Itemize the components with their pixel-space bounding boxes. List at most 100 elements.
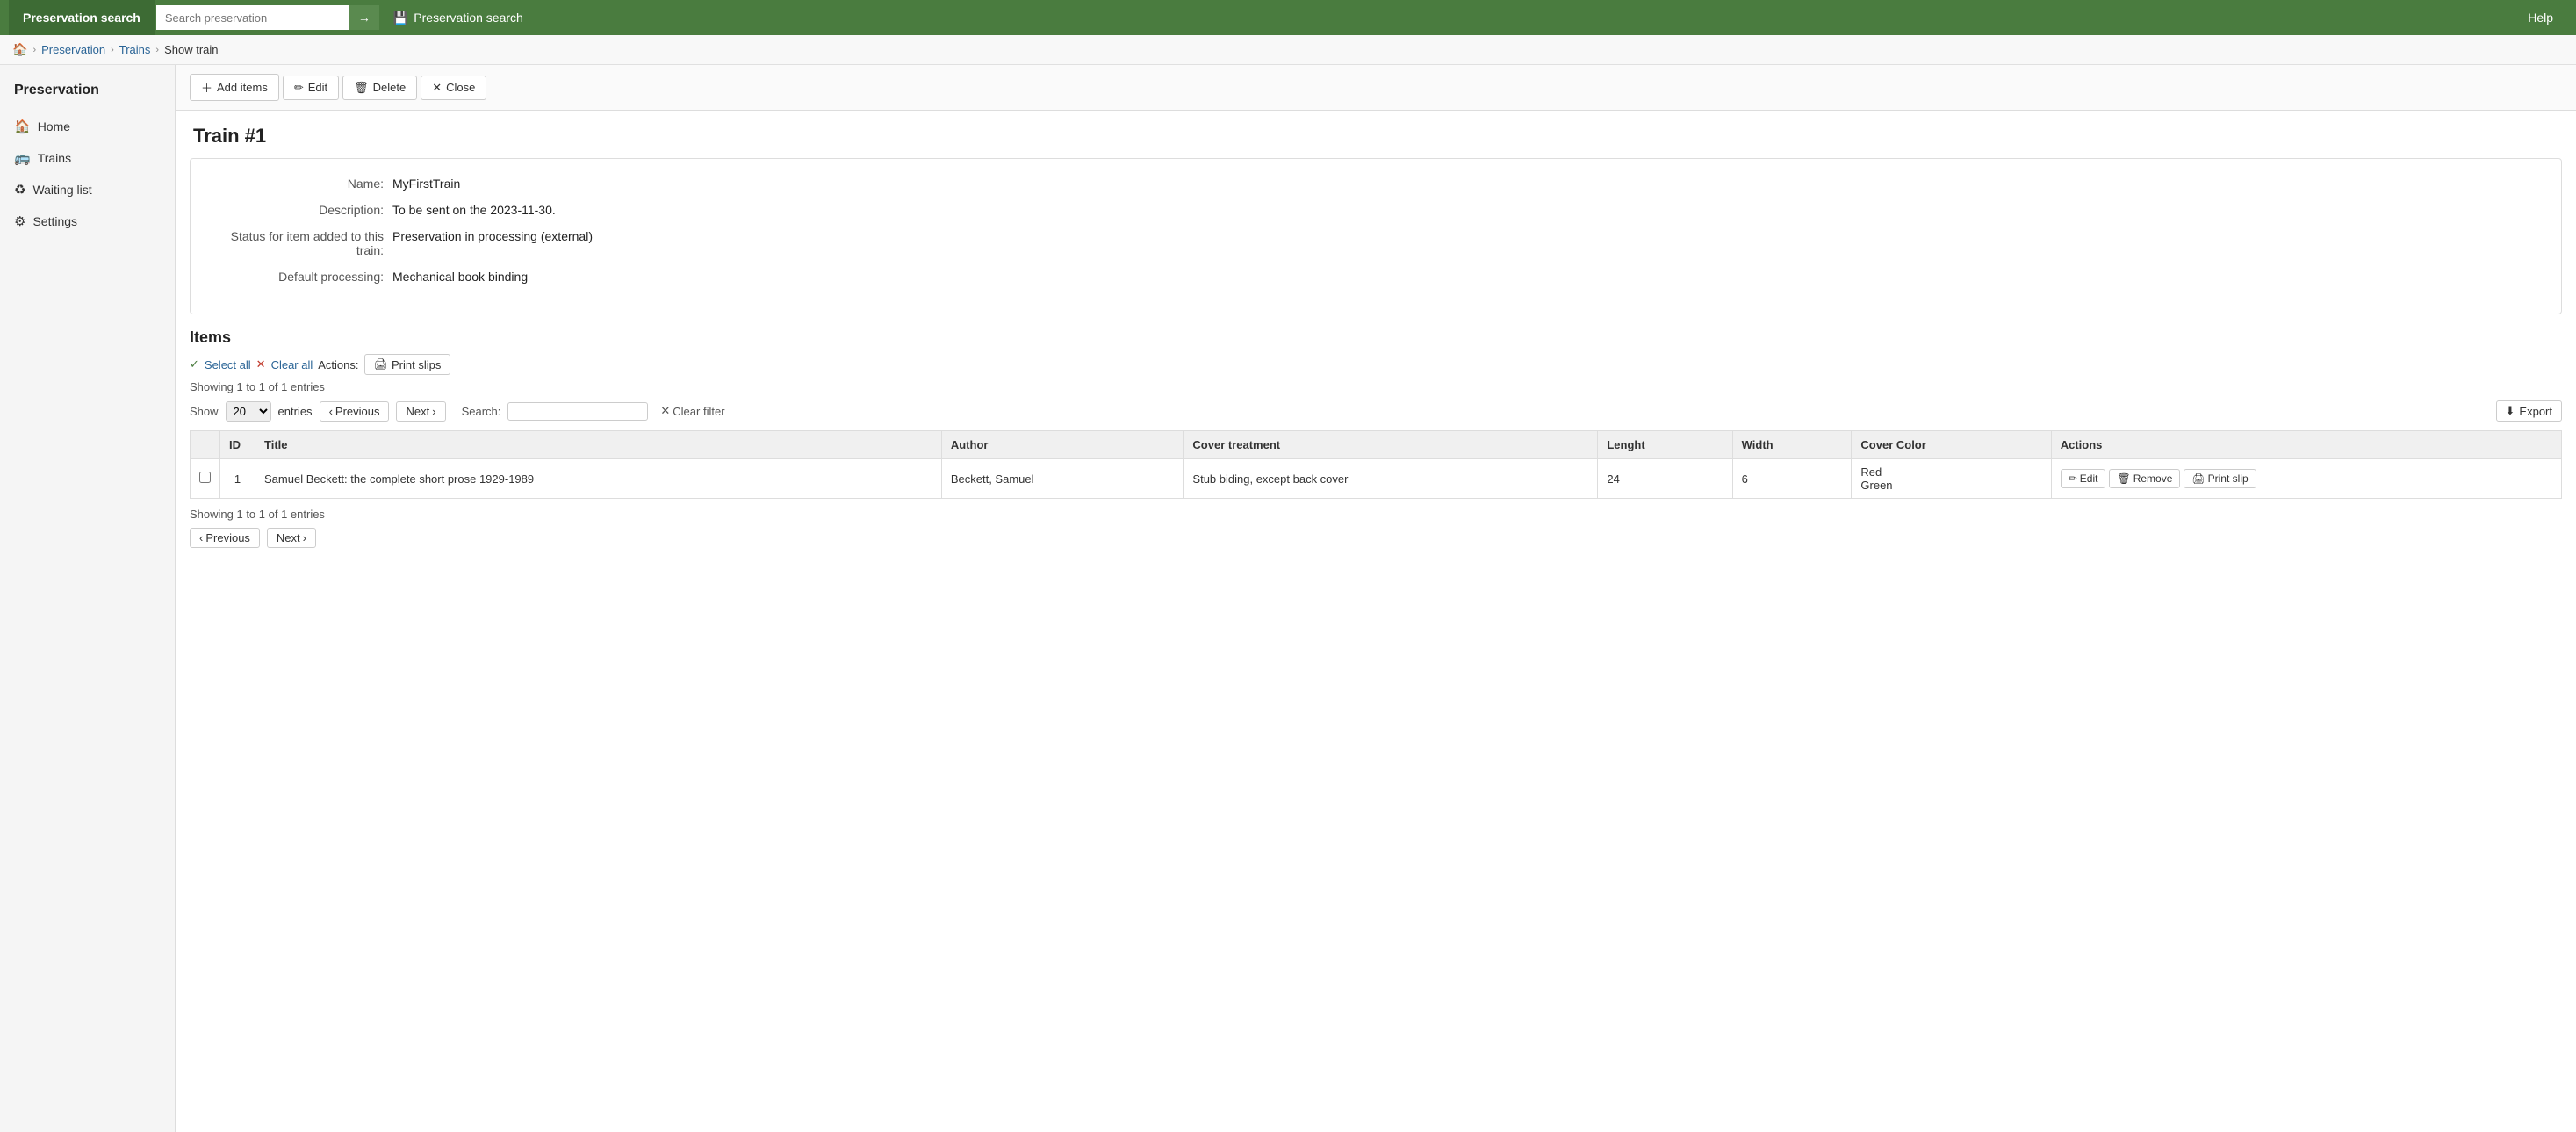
export-button[interactable]: ⬇ Export [2496,400,2562,422]
col-header-actions: Actions [2051,431,2561,459]
breadcrumb-show-train: Show train [164,43,218,56]
breadcrumb-sep-2: › [111,45,114,55]
preservation-search-link[interactable]: 💾 Preservation search [379,0,537,35]
preservation-icon: 💾 [393,11,408,25]
add-icon: ＋ [201,79,212,96]
info-row-name: Name: MyFirstTrain [217,177,2535,191]
chevron-left-icon: ‹ [329,405,333,418]
clear-all-button[interactable]: Clear all [271,358,313,371]
help-link[interactable]: Help [2514,11,2567,25]
sidebar-home-label: Home [38,119,70,133]
col-header-author: Author [941,431,1184,459]
showing-text: Showing 1 to 1 of 1 entries [190,380,2562,393]
col-header-width: Width [1732,431,1852,459]
search-submit-button[interactable]: → [349,5,379,30]
breadcrumb-sep-3: › [155,45,159,55]
edit-button[interactable]: ✏ Edit [283,76,339,100]
row-actions: ✏ Edit 🗑 Remove 🖨 Print slip [2051,459,2561,499]
col-header-title: Title [255,431,942,459]
close-button[interactable]: ✕ Close [421,76,486,100]
print-slip-icon: 🖨 [2191,472,2205,485]
export-icon: ⬇ [2506,404,2515,418]
items-title: Items [190,328,2562,347]
sidebar-item-trains[interactable]: 🚌 Trains [0,142,175,174]
description-value: To be sent on the 2023-11-30. [392,203,556,217]
waiting-list-icon: ♻ [14,182,25,198]
add-items-button[interactable]: ＋ Add items [190,74,279,101]
row-remove-button[interactable]: 🗑 Remove [2109,469,2180,488]
search-input[interactable] [156,5,349,30]
name-value: MyFirstTrain [392,177,460,191]
check-icon: ✓ [190,357,199,371]
edit-icon: ✏ [294,81,304,95]
breadcrumb: 🏠 › Preservation › Trains › Show train [0,35,2576,65]
row-checkbox-cell [191,459,220,499]
row-edit-button[interactable]: ✏ Edit [2061,469,2106,488]
name-label: Name: [217,177,392,191]
toolbar: ＋ Add items ✏ Edit 🗑 Delete ✕ Close [176,65,2576,111]
sidebar-item-home[interactable]: 🏠 Home [0,111,175,142]
bottom-chevron-right-icon: › [303,531,306,544]
breadcrumb-trains[interactable]: Trains [119,43,151,56]
processing-value: Mechanical book binding [392,270,528,284]
bottom-showing-text: Showing 1 to 1 of 1 entries [190,508,2562,521]
clear-x-icon: ✕ [660,404,670,418]
row-checkbox[interactable] [199,472,211,483]
row-cover-color: Red Green [1852,459,2051,499]
chevron-right-icon: › [432,405,435,418]
entries-select[interactable]: 10 20 50 100 [226,401,271,422]
top-next-button[interactable]: Next › [396,401,445,422]
sidebar-trains-label: Trains [38,151,71,165]
items-table: ID Title Author Cover treatment Lenght W… [190,430,2562,499]
status-value: Preservation in processing (external) [392,229,593,257]
items-actions-bar: ✓ Select all ✕ Clear all Actions: 🖨 Prin… [190,354,2562,375]
col-header-cover-treatment: Cover treatment [1184,431,1598,459]
actions-label: Actions: [318,358,358,371]
bottom-previous-button[interactable]: ‹ Previous [190,528,260,548]
remove-trash-icon: 🗑 [2117,472,2130,485]
col-header-checkbox [191,431,220,459]
edit-pencil-icon: ✏ [2069,472,2077,485]
status-label: Status for item added to this train: [217,229,392,257]
entries-label: entries [278,405,313,418]
sidebar-item-settings[interactable]: ⚙ Settings [0,205,175,237]
topbar-brand[interactable]: Preservation search [9,0,155,35]
settings-icon: ⚙ [14,213,25,229]
print-icon: 🖨 [374,357,389,371]
processing-label: Default processing: [217,270,392,284]
clear-filter-button[interactable]: ✕ Clear filter [655,401,730,421]
print-slips-button[interactable]: 🖨 Print slips [364,354,451,375]
show-label: Show [190,405,219,418]
home-icon: 🏠 [12,42,27,57]
row-title: Samuel Beckett: the complete short prose… [255,459,942,499]
breadcrumb-preservation[interactable]: Preservation [41,43,105,56]
filter-input[interactable] [507,402,648,421]
description-label: Description: [217,203,392,217]
info-row-processing: Default processing: Mechanical book bind… [217,270,2535,284]
delete-button[interactable]: 🗑 Delete [342,76,417,100]
col-header-id: ID [220,431,255,459]
x-icon: ✕ [256,357,266,371]
select-all-button[interactable]: Select all [205,358,251,371]
top-pagination-row: Show 10 20 50 100 entries ‹ Previous Nex… [190,400,2562,422]
home-icon: 🏠 [14,119,31,134]
top-previous-button[interactable]: ‹ Previous [320,401,390,422]
bottom-pagination-row: ‹ Previous Next › [190,528,2562,548]
row-id: 1 [220,459,255,499]
content-area: ＋ Add items ✏ Edit 🗑 Delete ✕ Close Trai… [176,65,2576,1132]
info-row-status: Status for item added to this train: Pre… [217,229,2535,257]
sidebar-settings-label: Settings [32,214,77,228]
table-row: 1 Samuel Beckett: the complete short pro… [191,459,2562,499]
trains-icon: 🚌 [14,150,31,166]
row-print-slip-button[interactable]: 🖨 Print slip [2184,469,2256,488]
close-icon: ✕ [432,81,442,95]
sidebar-title: Preservation [0,74,175,111]
bottom-next-button[interactable]: Next › [267,528,316,548]
row-length: 24 [1598,459,1732,499]
col-header-cover-color: Cover Color [1852,431,2051,459]
sidebar-item-waiting-list[interactable]: ♻ Waiting list [0,174,175,205]
sidebar-waiting-label: Waiting list [32,183,91,197]
delete-icon: 🗑 [354,81,369,95]
col-header-length: Lenght [1598,431,1732,459]
topbar: Preservation search → 💾 Preservation sea… [0,0,2576,35]
